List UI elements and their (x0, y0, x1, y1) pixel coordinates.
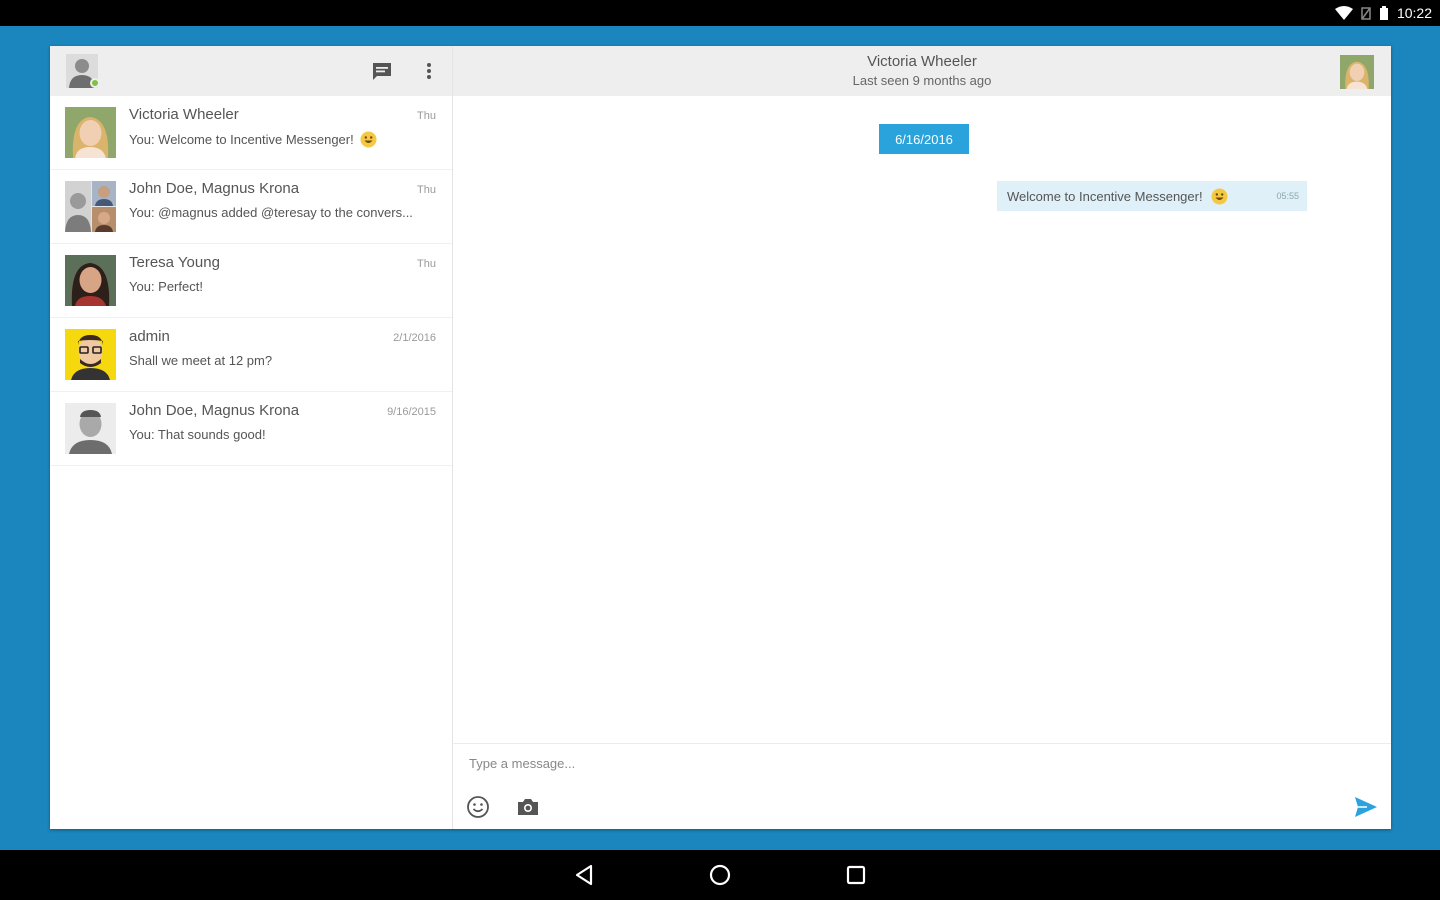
conversation-time: 2/1/2016 (393, 332, 436, 344)
overflow-menu-button[interactable] (417, 59, 441, 83)
status-bar: 10:22 (0, 0, 1440, 26)
battery-icon (1379, 6, 1388, 20)
signal-icon (1361, 7, 1371, 20)
message-preview: You: Perfect! (129, 279, 203, 294)
send-button[interactable] (1353, 794, 1379, 820)
message-preview: You: @magnus added @teresay to the conve… (129, 205, 413, 220)
avatar (65, 329, 116, 380)
avatar (65, 403, 116, 454)
message-composer (453, 743, 1391, 829)
message-preview: You: That sounds good! (129, 427, 266, 442)
avatar (65, 107, 116, 158)
home-button[interactable] (707, 862, 733, 888)
chat-header: Victoria Wheeler Last seen 9 months ago (453, 46, 1391, 96)
conversation-list: Victoria Wheeler Thu You: Welcome to Inc… (50, 96, 452, 829)
conversation-time: Thu (417, 258, 436, 270)
back-button[interactable] (571, 862, 597, 888)
conversation-item[interactable]: Victoria Wheeler Thu You: Welcome to Inc… (50, 96, 452, 170)
smiley-emoji-icon (360, 131, 377, 148)
new-chat-button[interactable] (370, 59, 394, 83)
contact-name: admin (129, 328, 170, 345)
date-separator: 6/16/2016 (879, 124, 969, 154)
conversation-pane-header (50, 46, 452, 96)
group-avatar (65, 181, 116, 232)
message-preview: You: Welcome to Incentive Messenger! (129, 132, 354, 147)
conversation-item[interactable]: John Doe, Magnus Krona Thu You: @magnus … (50, 170, 452, 244)
contact-name: Teresa Young (129, 254, 220, 271)
chat-title: Victoria Wheeler (867, 53, 977, 70)
contact-name: Victoria Wheeler (129, 106, 239, 123)
last-seen-status: Last seen 9 months ago (852, 73, 992, 88)
message-preview: Shall we meet at 12 pm? (129, 353, 273, 368)
conversation-time: 9/16/2015 (387, 406, 436, 418)
messenger-app: Victoria Wheeler Thu You: Welcome to Inc… (50, 46, 1391, 829)
conversation-item[interactable]: admin 2/1/2016 Shall we meet at 12 pm? (50, 318, 452, 392)
smiley-emoji-icon (1211, 188, 1228, 204)
recents-button[interactable] (843, 862, 869, 888)
conversation-item[interactable]: John Doe, Magnus Krona 9/16/2015 You: Th… (50, 392, 452, 466)
message-area: 6/16/2016 Welcome to Incentive Messenger… (453, 96, 1391, 743)
avatar (65, 255, 116, 306)
outgoing-message[interactable]: Welcome to Incentive Messenger! 05:55 (997, 181, 1307, 211)
contact-name: John Doe, Magnus Krona (129, 402, 300, 419)
emoji-button[interactable] (465, 794, 491, 820)
contact-name: John Doe, Magnus Krona (129, 180, 300, 197)
send-icon (1355, 797, 1377, 817)
message-time: 05:55 (1276, 191, 1299, 201)
more-vertical-icon (427, 63, 431, 79)
conversation-pane: Victoria Wheeler Thu You: Welcome to Inc… (50, 46, 453, 829)
conversation-time: Thu (417, 110, 436, 122)
contact-avatar[interactable] (1340, 55, 1374, 89)
smiley-icon (467, 796, 489, 818)
navigation-bar (0, 850, 1440, 900)
message-text: Welcome to Incentive Messenger! (1007, 188, 1203, 204)
camera-button[interactable] (515, 794, 541, 820)
camera-icon (518, 799, 538, 815)
back-triangle-icon (575, 864, 593, 886)
presence-indicator (90, 78, 100, 88)
home-circle-icon (709, 864, 731, 886)
recents-square-icon (846, 865, 866, 885)
message-input[interactable] (469, 756, 1269, 771)
chat-bubble-icon (373, 63, 391, 80)
clock: 10:22 (1396, 5, 1432, 21)
my-avatar[interactable] (66, 54, 100, 88)
chat-pane: Victoria Wheeler Last seen 9 months ago … (453, 46, 1391, 829)
conversation-time: Thu (417, 184, 436, 196)
wifi-icon (1334, 6, 1353, 20)
conversation-item[interactable]: Teresa Young Thu You: Perfect! (50, 244, 452, 318)
